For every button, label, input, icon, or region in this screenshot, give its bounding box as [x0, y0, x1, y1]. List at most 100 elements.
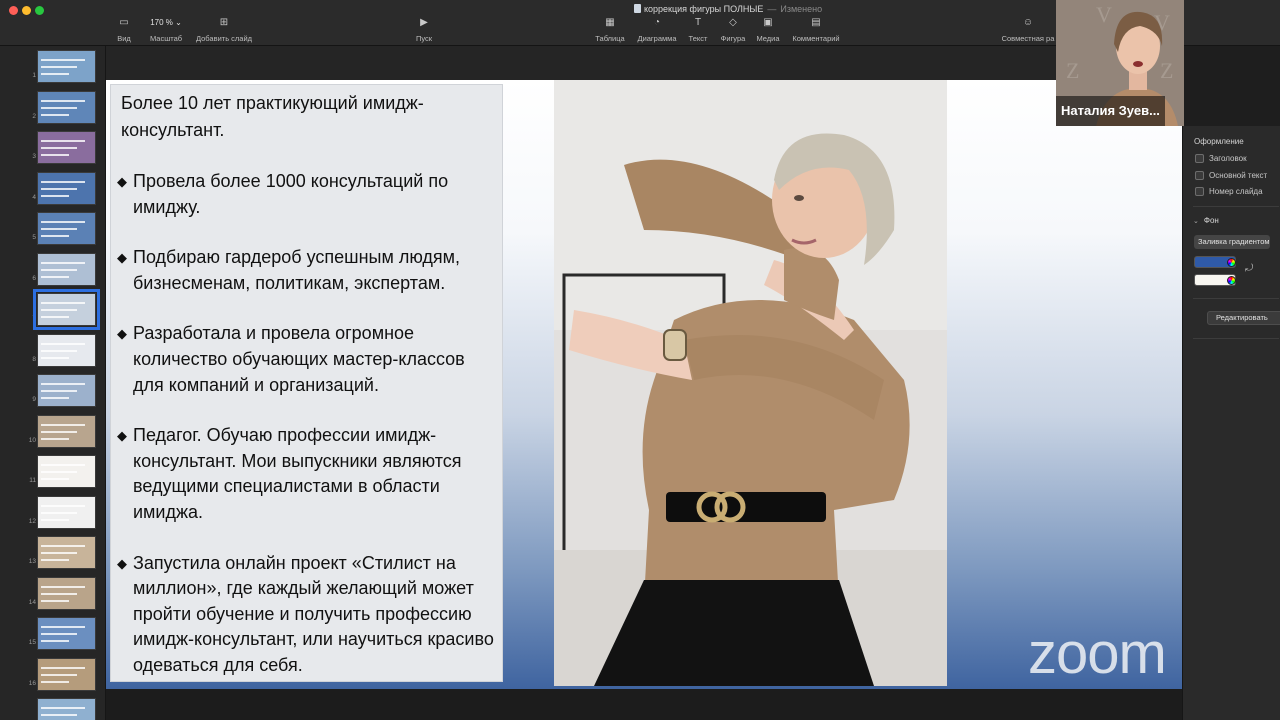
diamond-bullet-icon: ◆	[117, 326, 127, 342]
color-wheel-icon[interactable]	[1227, 258, 1236, 267]
slide-thumbnail[interactable]	[37, 131, 96, 164]
slide-thumbnail-row[interactable]: 12	[0, 492, 106, 532]
bullet-item: ◆ Разработала и провела огромное количест…	[117, 321, 496, 398]
zoom-menu[interactable]: 170 % ⌄ Масштаб	[150, 16, 182, 43]
svg-text:Z: Z	[1066, 58, 1079, 83]
diamond-bullet-icon: ◆	[117, 174, 127, 189]
slide-number: 5	[32, 234, 36, 241]
collaborate-button[interactable]: ☺ Совместная ра	[1002, 16, 1055, 43]
slide-thumbnail-row[interactable]: 7	[0, 289, 106, 330]
portrait-photo[interactable]	[554, 80, 947, 686]
thumbnail-text-line	[41, 633, 77, 635]
slide-thumbnail-row[interactable]: 15	[0, 613, 106, 653]
slide-thumbnail-row[interactable]: 11	[0, 451, 106, 491]
slide-thumbnail[interactable]	[37, 576, 96, 610]
slide-thumbnail[interactable]	[37, 657, 96, 691]
title-checkbox-label: Заголовок	[1209, 154, 1247, 163]
slide-thumbnail[interactable]	[37, 455, 96, 488]
thumbnail-text-line	[41, 599, 69, 602]
slide-thumbnail[interactable]	[37, 50, 96, 83]
thumbnail-text-line	[41, 147, 77, 149]
slide-thumbnail-row[interactable]: 3	[0, 127, 106, 167]
add-slide-button[interactable]: ⊞ Добавить слайд	[196, 16, 252, 43]
media-label: Медиа	[756, 34, 780, 43]
slide-thumbnail[interactable]	[37, 374, 96, 407]
text-button[interactable]: T Текст	[689, 16, 708, 43]
slide-text-box[interactable]: Более 10 лет практикующий имидж-консульт…	[110, 84, 503, 682]
edit-master-button[interactable]: Редактировать	[1207, 311, 1280, 325]
slide-thumbnail[interactable]	[37, 495, 96, 529]
slide-canvas[interactable]: Более 10 лет практикующий имидж-консульт…	[106, 80, 1182, 689]
slide-number-checkbox[interactable]	[1195, 187, 1204, 196]
comment-button[interactable]: ▤ Комментарий	[792, 16, 839, 43]
chart-button[interactable]: ◔ Диаграмма	[637, 16, 676, 43]
thumbnail-text-line	[41, 275, 69, 278]
thumbnail-text-line	[41, 504, 85, 507]
title-checkbox[interactable]	[1195, 154, 1204, 163]
slide-thumbnail-row[interactable]	[0, 694, 106, 720]
slide-navigator[interactable]: 1 2 3 4 5 6 7 8 9 10 11 12 13 14 15 16	[0, 46, 106, 720]
slide-thumbnail-row[interactable]: 9	[0, 370, 106, 410]
slide-thumbnail-row[interactable]: 8	[0, 330, 106, 370]
gradient-color-2[interactable]	[1194, 274, 1236, 286]
slide-thumbnail-row[interactable]: 2	[0, 87, 106, 127]
slide-thumbnail-row[interactable]: 1	[0, 46, 106, 86]
close-window-button[interactable]	[9, 6, 18, 15]
play-icon: ▶	[420, 17, 428, 28]
minimize-window-button[interactable]	[22, 6, 31, 15]
thumbnail-text-line	[41, 228, 77, 230]
fill-type-select[interactable]: Заливка градиентом	[1194, 235, 1270, 249]
zoom-window-button[interactable]	[35, 6, 44, 15]
zoom-screen-share: коррекция фигуры ПОЛНЫЕ — Изменено ▭ Вид 1…	[0, 0, 1280, 720]
thumbnail-text-line	[41, 511, 77, 514]
table-button[interactable]: ▦ Таблица	[595, 16, 624, 43]
slide-thumbnail[interactable]	[37, 414, 96, 448]
media-button[interactable]: ▣ Медиа	[756, 16, 779, 43]
slide-thumbnail-row[interactable]: 6	[0, 249, 106, 289]
document-title: коррекция фигуры ПОЛНЫЕ — Изменено	[634, 4, 822, 14]
thumbnail-text-line	[41, 592, 77, 595]
add-slide-label: Добавить слайд	[195, 34, 253, 43]
slide-thumbnail[interactable]	[37, 617, 96, 650]
play-button[interactable]: ▶ Пуск	[416, 16, 432, 43]
slide-number: 10	[28, 436, 36, 444]
text-label: Текст	[688, 34, 708, 43]
shape-button[interactable]: ◇ Фигура	[721, 16, 746, 43]
chart-icon: ◔	[653, 17, 661, 28]
slide-thumbnail[interactable]	[37, 333, 96, 367]
slide-thumbnail-row[interactable]: 10	[0, 411, 106, 451]
slide-thumbnail[interactable]	[37, 536, 96, 569]
comment-label: Комментарий	[792, 34, 840, 43]
body-checkbox[interactable]	[1195, 171, 1204, 180]
slide-thumbnail-row[interactable]: 16	[0, 654, 106, 694]
slide-thumbnail[interactable]	[33, 289, 100, 330]
thumbnail-text-line	[41, 545, 85, 547]
bullet-text: Запустила онлайн проект «Стилист на милл…	[133, 552, 494, 675]
slide-thumbnail[interactable]	[37, 90, 96, 124]
slide-thumbnail-row[interactable]: 14	[0, 573, 106, 613]
slide-thumbnail-row[interactable]: 5	[0, 208, 106, 248]
view-button[interactable]: ▭ Вид	[117, 16, 131, 43]
slide-thumbnail[interactable]	[37, 698, 96, 720]
diamond-bullet-icon: ◆	[117, 428, 127, 444]
flip-gradient-icon[interactable]: ⤾	[1245, 263, 1253, 274]
slide-thumbnail[interactable]	[37, 212, 96, 245]
slide-thumbnail-row[interactable]: 13	[0, 532, 106, 572]
background-label: Фон	[1203, 216, 1219, 225]
gradient-color-1[interactable]	[1194, 256, 1236, 268]
bullet-text: Разработала и провела огромное количеств…	[133, 323, 465, 395]
slide-thumbnail-row[interactable]: 4	[0, 168, 106, 208]
table-label: Таблица	[595, 34, 625, 43]
thumbnail-text-line	[41, 707, 85, 709]
slide-number: 16	[28, 679, 36, 687]
background-section[interactable]: ⌄ Фон	[1193, 216, 1219, 225]
portrait-illustration	[554, 80, 947, 686]
svg-text:Z: Z	[1160, 58, 1173, 83]
zoom-watermark: zoom	[1028, 621, 1167, 686]
slide-thumbnail[interactable]	[37, 171, 96, 205]
chart-label: Диаграмма	[637, 34, 677, 43]
thumbnail-text-line	[41, 430, 77, 433]
slide-thumbnail[interactable]	[37, 252, 96, 286]
thumbnail-text-line	[41, 559, 69, 561]
color-wheel-icon[interactable]	[1227, 276, 1236, 285]
